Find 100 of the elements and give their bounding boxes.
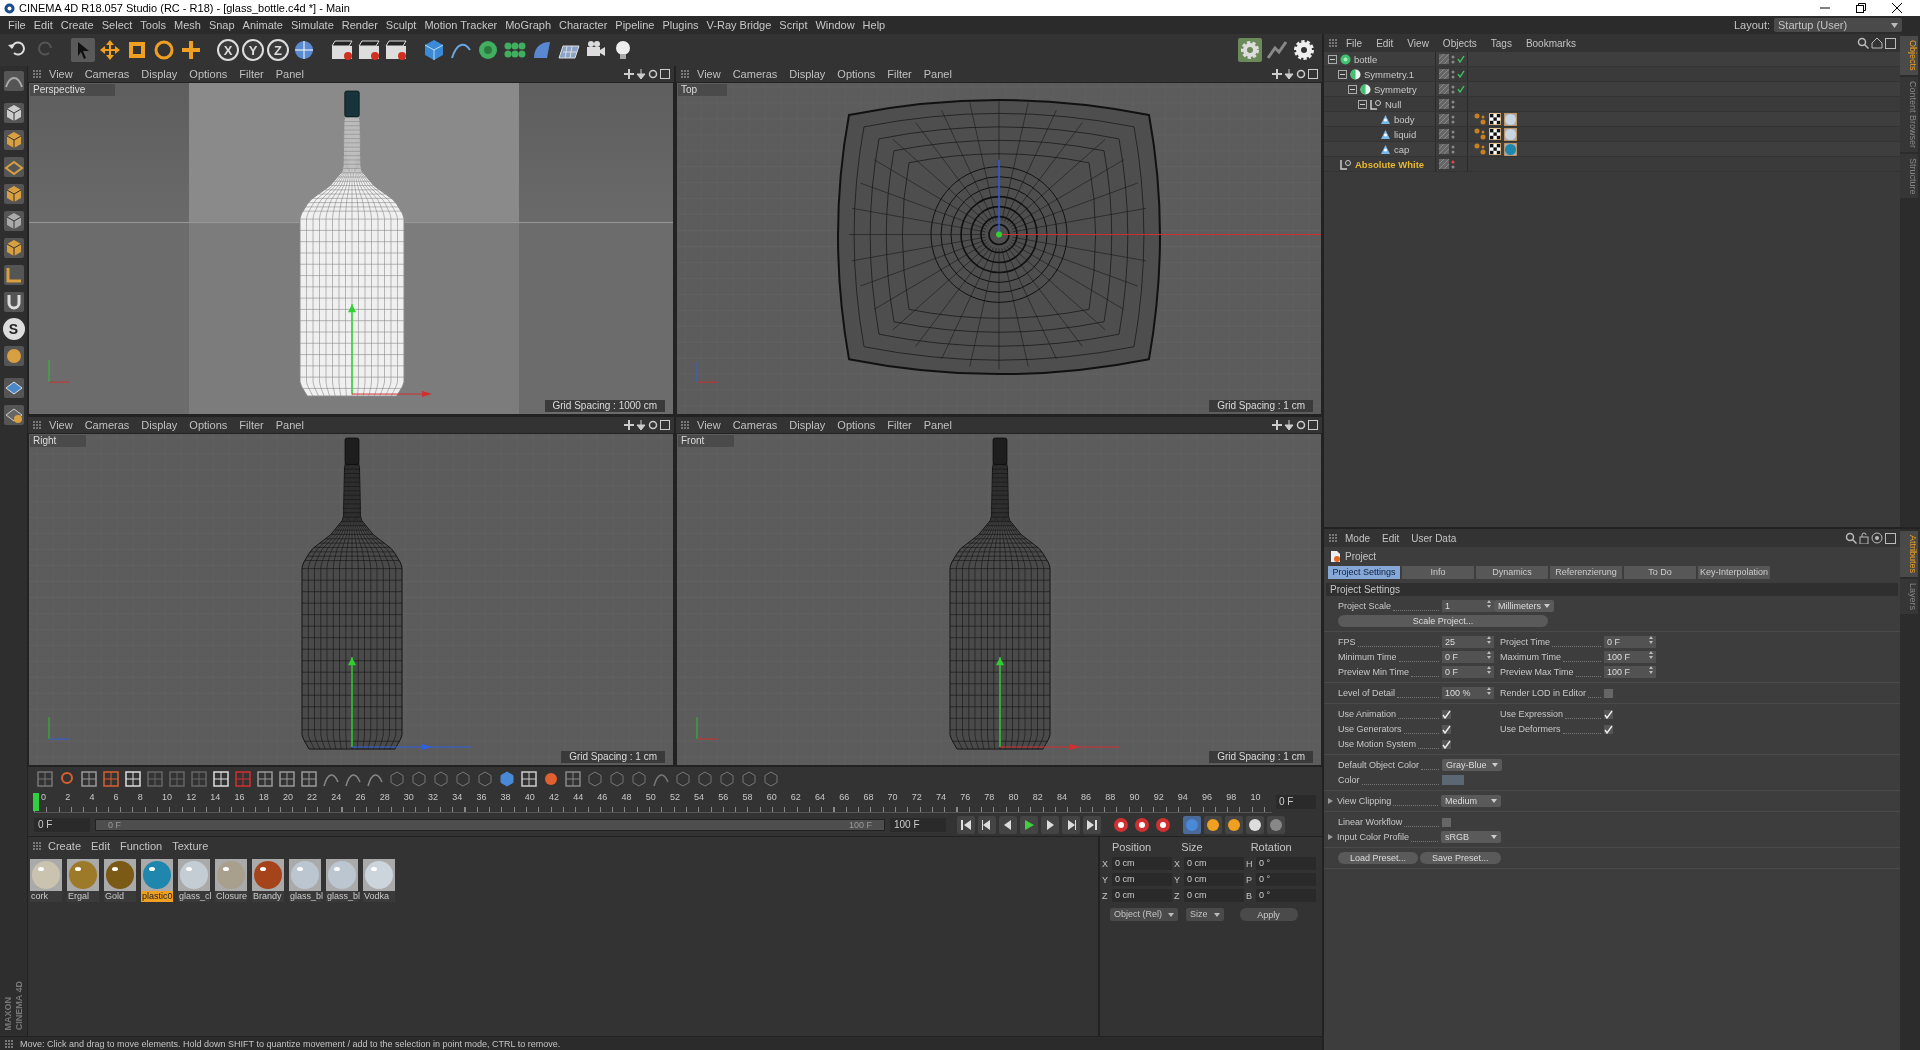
visibility-dots-icon[interactable] [1451,53,1455,65]
menu-item[interactable]: Panel [918,68,957,80]
spinner-arrows-icon[interactable] [1649,636,1653,644]
side-tab[interactable]: Objects [1900,36,1918,75]
menu-item[interactable]: View [692,419,726,431]
menu-item[interactable]: Options [832,419,881,431]
search-icon[interactable] [1857,37,1869,49]
cube-outline-icon[interactable] [608,769,626,788]
spinner-arrows-icon[interactable] [1487,687,1491,695]
number-field[interactable]: 0 F [1442,666,1494,678]
grip-icon[interactable] [32,841,42,851]
cube-outline-icon[interactable] [718,769,736,788]
menu-item[interactable]: Panel [270,419,309,431]
cube-icon[interactable] [2,210,25,232]
number-field[interactable]: 100 F [1604,666,1656,678]
phong-tag-icon[interactable] [1474,112,1486,125]
record-icon[interactable] [1112,816,1130,834]
tab[interactable]: Key-Interpolation [1698,566,1770,579]
number-field[interactable]: 1 [1442,600,1494,612]
menu-item[interactable]: Function [116,840,167,852]
spinner-arrows-icon[interactable] [1649,651,1653,659]
skip-to-end-icon[interactable] [1083,816,1101,834]
cube-icon[interactable] [498,769,516,788]
menu-item[interactable]: Bookmarks [1519,37,1582,49]
dropdown[interactable]: sRGB [1441,831,1501,843]
cube-icon[interactable] [2,102,25,124]
coordinate-mode-dropdown[interactable]: Object (Rel) [1110,908,1178,921]
menu-item[interactable]: Options [832,68,881,80]
menu-item[interactable]: Display [136,419,183,431]
menu-item[interactable]: Options [184,68,233,80]
menu-item[interactable]: Options [184,419,233,431]
menu-item[interactable]: Select [97,19,137,31]
material-swatch[interactable] [30,859,62,891]
clapperboard-icon[interactable] [330,38,354,62]
menu-item[interactable]: Sculpt [381,19,421,31]
move-cross-icon[interactable] [1272,69,1282,79]
menu-item[interactable]: Pipeline [611,19,659,31]
checkerboard-icon[interactable] [1489,112,1501,125]
cube-icon[interactable] [2,237,25,259]
menu-item[interactable]: Edit [87,840,114,852]
move-cross-icon[interactable] [624,420,634,430]
enabled-check-icon[interactable] [1457,70,1465,78]
menu-item[interactable]: Create [56,19,98,31]
polygon-cube-icon[interactable] [2,183,25,205]
layer-swatch-icon[interactable] [1439,129,1449,139]
checkbox[interactable] [1442,739,1451,749]
menu-item[interactable]: View [44,419,78,431]
axis-icon[interactable] [2,264,25,286]
play-icon[interactable] [1020,816,1038,834]
maximize-icon[interactable] [1885,37,1896,49]
cube-outline-icon[interactable] [696,769,714,788]
checkbox[interactable] [1442,709,1451,719]
object-name[interactable]: Symmetry [1374,83,1417,95]
sphere-icon[interactable] [476,38,500,62]
menu-item[interactable]: View [44,68,78,80]
material-swatch[interactable] [67,859,99,891]
move-handle-drawing[interactable] [996,159,1321,238]
rotate-icon[interactable] [1296,69,1306,79]
keyframe-selection-icon[interactable] [1154,816,1172,834]
tab[interactable]: Info [1402,566,1474,579]
caret-icon[interactable] [1491,835,1497,839]
number-field[interactable]: 0 F [1442,651,1494,663]
half-sphere-icon[interactable] [1350,68,1361,80]
rotation-field[interactable]: 0 ° [1256,873,1316,886]
menu-item[interactable]: Create [44,840,86,852]
grip-icon[interactable] [4,1038,14,1049]
axis-lock-button[interactable]: Z [267,39,289,61]
position-field[interactable]: 0 cm [1112,873,1172,886]
material-swatch[interactable] [363,859,395,891]
layer-swatch-icon[interactable] [1439,114,1449,124]
down-arrow-icon[interactable] [1284,69,1294,79]
plus-icon[interactable] [179,38,203,62]
dropdown[interactable]: Millimeters [1494,600,1554,612]
material-tag-icon[interactable] [1504,142,1517,156]
expand-toggle-icon[interactable] [1338,69,1347,79]
menu-item[interactable]: Character [555,19,612,31]
menu-item[interactable]: Mesh [170,19,205,31]
auto-key-icon[interactable] [1133,816,1151,834]
checkbox[interactable] [1604,724,1613,734]
caret-icon[interactable] [1491,799,1497,803]
rotate-key-icon[interactable] [1225,816,1243,834]
snap-button[interactable]: S [2,318,25,340]
size-field[interactable]: 0 cm [1184,889,1244,902]
dropdown[interactable]: Gray-Blue [1442,759,1502,771]
color-swatch[interactable] [1442,775,1464,785]
down-arrow-icon[interactable] [636,420,646,430]
end-frame-field[interactable]: 100 F [890,818,946,832]
action-button[interactable]: Scale Project... [1338,615,1548,627]
visibility-dots-icon[interactable] [1451,68,1455,80]
move-handle-drawing[interactable] [996,656,1121,751]
material-name[interactable]: glass_bl [289,891,321,902]
parameter-key-icon[interactable] [1246,816,1264,834]
move-cross-icon[interactable] [624,69,634,79]
checkbox[interactable] [1442,817,1451,827]
timeline-ruler[interactable]: 0 2 4 6 8 10 12 14 16 18 20 22 24 26 28 30 32 34 36 38 40 42 44 46 48 50 52 54 56 58 60 62 64 66 68 70 72 74 76 78 80 82 84 86 88 90 92 94 96 98 10 [34,791,1272,813]
skip-to-start-icon[interactable] [957,816,975,834]
size-field[interactable]: 0 cm [1184,873,1244,886]
menu-item[interactable]: Tools [136,19,170,31]
menu-item[interactable]: Filter [234,68,269,80]
menu-item[interactable]: Edit [1370,37,1400,49]
